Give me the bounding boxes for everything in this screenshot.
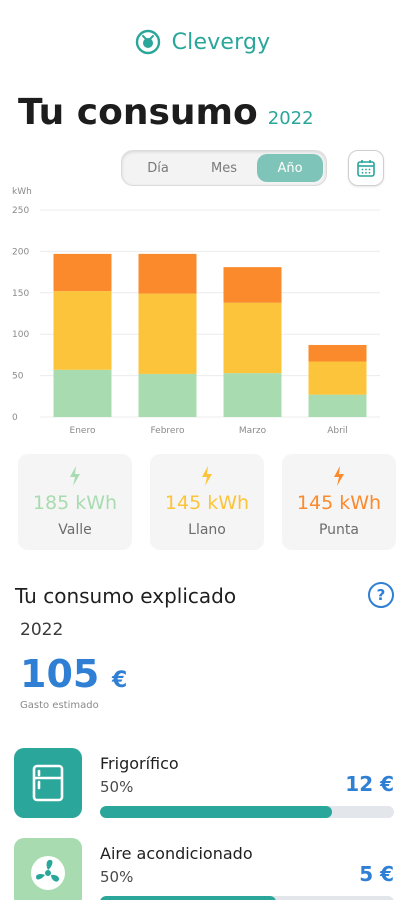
summary-value-punta: 145 kWh [296,492,382,514]
period-option-dia[interactable]: Día [125,154,191,182]
y-axis-label: kWh [12,187,32,197]
clevergy-logo-icon [135,29,160,55]
consumption-chart: kWh 0 50 100 150 200 250 Enero Febrero Marzo Abril [12,187,380,436]
appliance-row-fridge[interactable]: Frigorífico 50% 12 € [14,748,394,822]
y-tick-label: 0 [12,413,18,423]
period-option-ano[interactable]: Año [257,154,323,182]
page-year: 2022 [267,108,314,129]
bar-segment-llano [53,291,112,370]
appliance-name: Frigorífico [100,754,179,773]
brand-logo: Clevergy [0,28,404,56]
bar-segment-llano [308,361,367,395]
appliance-percent: 50% [100,868,134,886]
page-title: Tu consumo [18,92,258,133]
y-tick-label: 50 [12,372,24,382]
bolt-icon [334,466,344,486]
page-header: Tu consumo 2022 [18,92,314,133]
fan-icon [14,838,82,900]
help-icon[interactable]: ? [368,582,394,608]
bar-segment-valle [308,394,367,417]
y-tick-label: 100 [12,330,29,340]
bar-segment-punta [308,344,367,362]
explained-title: Tu consumo explicado [15,584,237,608]
x-tick-label: Marzo [239,426,267,436]
appliance-cost: 12 € [345,772,394,796]
bolt-icon [70,466,80,486]
bar-segment-llano [223,302,282,374]
y-tick-label: 150 [12,289,29,299]
x-tick-label: Abril [327,426,348,436]
summary-card-punta: 145 kWh Punta [282,454,396,550]
x-tick-label: Enero [70,426,96,436]
summary-value-llano: 145 kWh [164,492,250,514]
appliance-name: Aire acondicionado [100,844,253,863]
summary-card-llano: 145 kWh Llano [150,454,264,550]
y-tick-label: 200 [12,247,29,257]
fridge-icon [14,748,82,818]
appliance-cost: 5 € [359,862,394,886]
bar-segment-valle [138,373,197,417]
explained-year: 2022 [20,620,64,640]
estimated-amount-label: Gasto estimado [20,700,99,711]
appliance-progress-fill [100,806,333,818]
estimated-amount: 105 [20,652,100,696]
appliance-percent: 50% [100,778,134,796]
appliance-row-aircon[interactable]: Aire acondicionado 50% 5 € [14,838,394,900]
bar-segment-punta [53,253,112,292]
summary-value-valle: 185 kWh [32,492,118,514]
summary-cards: 185 kWh Valle 145 kWh Llano 145 kWh Punt… [18,454,400,550]
bar-segment-punta [223,267,282,303]
period-option-mes[interactable]: Mes [191,154,257,182]
bar-segment-valle [223,373,282,417]
summary-card-valle: 185 kWh Valle [18,454,132,550]
bolt-icon [202,466,212,486]
summary-label-valle: Valle [58,522,92,538]
currency-symbol: € [112,668,128,693]
bar-segment-punta [138,253,197,294]
appliance-progress-track [100,806,394,818]
y-tick-label: 250 [12,206,29,216]
bar-segment-llano [138,293,197,374]
brand-name: Clevergy [171,29,271,55]
summary-label-punta: Punta [318,522,359,538]
summary-label-llano: Llano [188,522,226,538]
x-tick-label: Febrero [151,426,185,436]
bar-segment-valle [53,369,112,417]
appliance-progress-track [100,896,394,900]
calendar-icon [357,160,375,177]
appliance-progress-fill [100,896,277,900]
